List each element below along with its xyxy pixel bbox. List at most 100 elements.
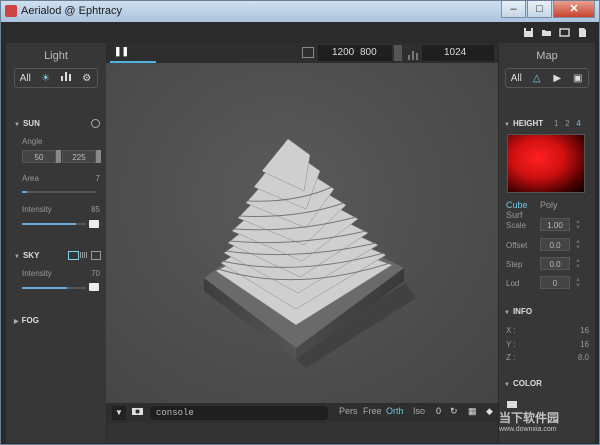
samples-field[interactable]: 1024 — [422, 45, 494, 61]
file-icon[interactable] — [577, 27, 588, 38]
step-field[interactable]: 0.0 — [540, 257, 570, 270]
level-1[interactable]: 1 — [554, 119, 558, 128]
resolution-field[interactable]: 1200 800 — [318, 45, 392, 61]
height-mode-tabs: Cube Poly Surf — [506, 200, 595, 220]
angle-value-1[interactable]: 50 — [22, 150, 56, 163]
sky-gradient-icon[interactable] — [80, 252, 88, 258]
render-toolbar: ❚❚ 1200 800 1024 — [106, 43, 498, 63]
area-slider[interactable] — [22, 191, 96, 193]
sun-intensity-value: 85 — [91, 205, 100, 214]
map-panel: Map All △ ▶ ▣ ▼ HEIGHT 1 2 4 Cube Poly Su… — [498, 43, 595, 443]
mode-poly[interactable]: Poly — [540, 200, 558, 210]
info-x-label: X : — [506, 326, 516, 335]
sky-intensity-label: Intensity — [22, 269, 52, 278]
sky-section-header[interactable]: ▼ SKY — [14, 251, 39, 260]
info-y-value: 16 — [580, 340, 589, 349]
sky-color-swatch[interactable] — [89, 283, 99, 291]
toolbar-separator — [394, 45, 402, 61]
folder-icon[interactable] — [541, 27, 552, 38]
lod-field[interactable]: 0 — [540, 276, 570, 289]
reset-icon[interactable]: ↻ — [450, 406, 458, 417]
color-section-header[interactable]: ▼ COLOR — [504, 379, 542, 388]
fog-section-header[interactable]: ▶ FOG — [14, 316, 39, 325]
map-panel-title: Map — [536, 50, 558, 62]
level-4[interactable]: 4 — [576, 119, 580, 128]
mode-surf[interactable]: Surf — [506, 210, 523, 220]
sun-color-swatch[interactable] — [89, 220, 99, 228]
close-button[interactable]: ✕ — [553, 1, 595, 18]
sun-intensity-slider[interactable] — [22, 223, 86, 225]
color-swatch[interactable] — [507, 401, 517, 408]
bar-chart-icon[interactable] — [57, 72, 75, 84]
map-tab-all[interactable]: All — [507, 73, 525, 84]
console-toggle-icon[interactable]: ▼ — [112, 406, 126, 420]
minimize-button[interactable]: – — [501, 1, 526, 18]
view-pers[interactable]: Pers — [339, 406, 358, 416]
height-label: HEIGHT — [512, 119, 544, 128]
title-bar: Aerialod @ Ephtracy – □ ✕ — [1, 1, 599, 22]
light-panel: Light All ☀ ⚙ ▼ SUN Angle 50 225 Area 7 I… — [6, 43, 107, 443]
sun-toggle-icon[interactable] — [91, 119, 100, 128]
watermark-line2: www.downxia.com — [499, 426, 557, 433]
height-levels: 1 2 4 — [554, 119, 581, 128]
area-label: Area — [22, 174, 39, 183]
maximize-button[interactable]: □ — [527, 1, 552, 18]
caret-right-icon: ▶ — [14, 319, 19, 325]
terrain-icon[interactable]: △ — [528, 73, 546, 84]
info-x-value: 16 — [580, 326, 589, 335]
light-panel-title: Light — [44, 50, 68, 62]
video-camera-icon[interactable]: ▶ — [548, 73, 566, 84]
angle-value-2[interactable]: 225 — [62, 150, 96, 163]
step-spinner-icon[interactable]: ▲ ▼ — [575, 258, 581, 270]
grid-icon[interactable]: ▦ — [468, 406, 477, 417]
scale-field[interactable]: 1.00 — [540, 218, 570, 231]
offset-spinner-icon[interactable]: ▲ ▼ — [575, 239, 581, 251]
console-input[interactable]: console — [150, 406, 328, 420]
camera-icon[interactable] — [130, 406, 144, 420]
view-iso[interactable]: Iso — [413, 406, 425, 416]
info-label: INFO — [512, 307, 533, 316]
light-tab-all[interactable]: All — [16, 73, 34, 84]
image-size-icon[interactable] — [302, 47, 314, 58]
mode-cube[interactable]: Cube — [506, 200, 528, 210]
lod-label: Lod — [506, 279, 520, 288]
window-icon[interactable] — [559, 27, 570, 38]
sky-mode-icon[interactable] — [68, 251, 79, 260]
scale-label: Scale — [506, 221, 527, 230]
bottom-bar: ▼ console Pers Free Orth Iso 0 ↻ ▦ ◆ — [106, 403, 498, 423]
scale-spinner-icon[interactable]: ▲ ▼ — [575, 219, 581, 231]
angle-handle-2[interactable] — [96, 150, 101, 163]
lod-spinner-icon[interactable]: ▲ ▼ — [575, 277, 581, 289]
height-section-header[interactable]: ▼ HEIGHT — [504, 119, 543, 128]
gear-icon[interactable]: ⚙ — [78, 73, 96, 84]
sun-icon[interactable]: ☀ — [37, 73, 55, 84]
cube-icon[interactable]: ◆ — [486, 406, 493, 417]
save-icon[interactable] — [523, 27, 534, 38]
images-icon[interactable]: ▣ — [569, 73, 587, 84]
app-area: Light All ☀ ⚙ ▼ SUN Angle 50 225 Area 7 I… — [6, 23, 595, 443]
area-value: 7 — [95, 174, 100, 183]
heightmap-preview[interactable] — [507, 134, 585, 193]
view-orth[interactable]: Orth — [386, 406, 404, 416]
info-z-value: 8.0 — [577, 353, 589, 362]
angle-label: Angle — [22, 137, 43, 146]
window-title: Aerialod @ Ephtracy — [21, 5, 123, 17]
step-label: Step — [506, 260, 523, 269]
pause-button[interactable]: ❚❚ — [114, 46, 129, 57]
angle-handle-1[interactable] — [56, 150, 61, 163]
render-viewport[interactable] — [106, 63, 498, 403]
info-y-label: Y : — [506, 340, 516, 349]
view-free[interactable]: Free — [363, 406, 382, 416]
sky-label: SKY — [22, 251, 40, 260]
sky-intensity-slider[interactable] — [22, 287, 86, 289]
samples-value: 1024 — [444, 47, 467, 58]
level-2[interactable]: 2 — [565, 119, 569, 128]
info-z-label: Z : — [506, 353, 516, 362]
offset-field[interactable]: 0.0 — [540, 238, 570, 251]
sun-section-header[interactable]: ▼ SUN — [14, 119, 40, 128]
fog-label: FOG — [21, 316, 39, 325]
info-section-header[interactable]: ▼ INFO — [504, 307, 532, 316]
sky-image-icon[interactable] — [91, 251, 101, 260]
color-label: COLOR — [512, 379, 542, 388]
light-tabs: All ☀ ⚙ — [14, 68, 98, 88]
